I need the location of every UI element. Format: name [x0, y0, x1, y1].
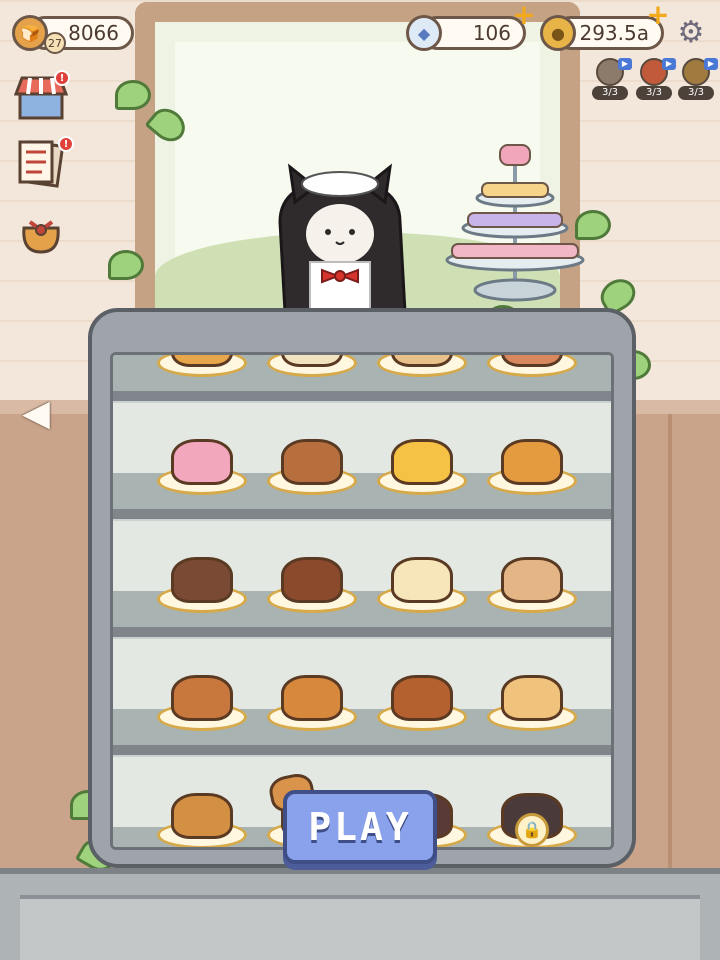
ice-cream-cake-icon	[171, 439, 233, 485]
shelf-row	[113, 403, 611, 519]
diamond-icon: ◆	[406, 15, 442, 51]
video-play-icon: ▶	[704, 58, 718, 70]
shelf-row	[113, 639, 611, 755]
boost-slot-bell[interactable]: ▶ 3/3	[678, 58, 718, 100]
gold-coin-icon: ●	[540, 15, 576, 51]
boost-slot-cat[interactable]: ▶ 3/3	[592, 58, 632, 100]
boost-count: 3/3	[636, 86, 672, 100]
canele-icon	[281, 557, 343, 603]
shelf-row	[113, 521, 611, 637]
shop-alert-badge: !	[54, 70, 70, 86]
egg-tart-icon	[501, 439, 563, 485]
shelf-item-milk-bread-loaf[interactable]	[485, 651, 579, 731]
scone-sandwich-icon	[281, 439, 343, 485]
display-case-interior: 🔒	[110, 352, 614, 850]
shelf-row	[113, 355, 611, 401]
settings-gear-icon[interactable]: ⚙	[676, 18, 706, 48]
cinnamon-roll-icon	[391, 675, 453, 721]
lock-icon: 🔒	[515, 813, 549, 847]
bear-macaron-icon	[501, 557, 563, 603]
shelf-item-ice-cream-cake[interactable]	[155, 415, 249, 495]
muffin-icon	[281, 675, 343, 721]
vine-leaf	[108, 250, 144, 280]
add-diamonds-button[interactable]: +	[512, 1, 536, 29]
shelf-item-scone-sandwich[interactable]	[265, 415, 359, 495]
shelf-item-round-bread[interactable]	[375, 355, 469, 377]
shop-stall-button[interactable]: !	[13, 70, 70, 122]
add-coins-button[interactable]: +	[646, 1, 670, 29]
shelf-item-muffin[interactable]	[265, 651, 359, 731]
quest-alert-badge: !	[58, 136, 74, 152]
diamond-count: 106	[472, 21, 511, 45]
round-bread-icon	[391, 355, 453, 367]
bun-icon	[171, 793, 233, 839]
video-play-icon: ▶	[618, 58, 632, 70]
shelf-item-sausage-roll[interactable]	[155, 651, 249, 731]
gift-bag-icon	[22, 220, 60, 254]
shelf-item-cinnamon-roll[interactable]	[375, 651, 469, 731]
vine-leaf	[115, 80, 151, 110]
coin-count: 293.5a	[579, 21, 649, 45]
bakery-display-case: 🔒	[88, 308, 636, 868]
shelf-item-honey-toast[interactable]	[155, 355, 249, 377]
quest-list-button[interactable]: !	[14, 136, 74, 188]
gift-bag-button[interactable]	[14, 206, 68, 256]
honey-toast-icon	[171, 355, 233, 367]
shelf-item-cheese-wedge[interactable]	[375, 415, 469, 495]
shelf-item-strawberry-tart[interactable]	[485, 355, 579, 377]
shelf-item-cream-bun[interactable]	[265, 355, 359, 377]
bread-count: 8066	[68, 21, 119, 45]
shelf-item-bun[interactable]	[155, 769, 249, 847]
bread-currency-icon: 🍞	[12, 15, 48, 51]
macaron-tower	[445, 144, 585, 302]
player-level-badge: 27	[44, 32, 66, 54]
milk-bread-loaf-icon	[501, 675, 563, 721]
souffle-pancake-icon	[391, 557, 453, 603]
shelf-item-egg-tart[interactable]	[485, 415, 579, 495]
shelf-item-canele[interactable]	[265, 533, 359, 613]
video-play-icon: ▶	[662, 58, 676, 70]
cream-bun-icon	[281, 355, 343, 367]
shelf-item-souffle-pancake[interactable]	[375, 533, 469, 613]
boost-count: 3/3	[678, 86, 714, 100]
cheese-wedge-icon	[391, 439, 453, 485]
cat-baker-character[interactable]	[250, 162, 430, 312]
boost-slot-fire[interactable]: ▶ 3/3	[636, 58, 676, 100]
play-button[interactable]: PLAY	[283, 790, 437, 864]
shelf-item-bear-macaron[interactable]	[485, 533, 579, 613]
counter-step	[20, 895, 700, 960]
shelf-item-country-loaf[interactable]	[155, 533, 249, 613]
sausage-roll-icon	[171, 675, 233, 721]
previous-room-arrow[interactable]: ◀	[20, 392, 52, 436]
country-loaf-icon	[171, 557, 233, 603]
boost-count: 3/3	[592, 86, 628, 100]
strawberry-tart-icon	[501, 355, 563, 367]
shelf-item-locked-gravestone-cake[interactable]: 🔒	[485, 769, 579, 847]
